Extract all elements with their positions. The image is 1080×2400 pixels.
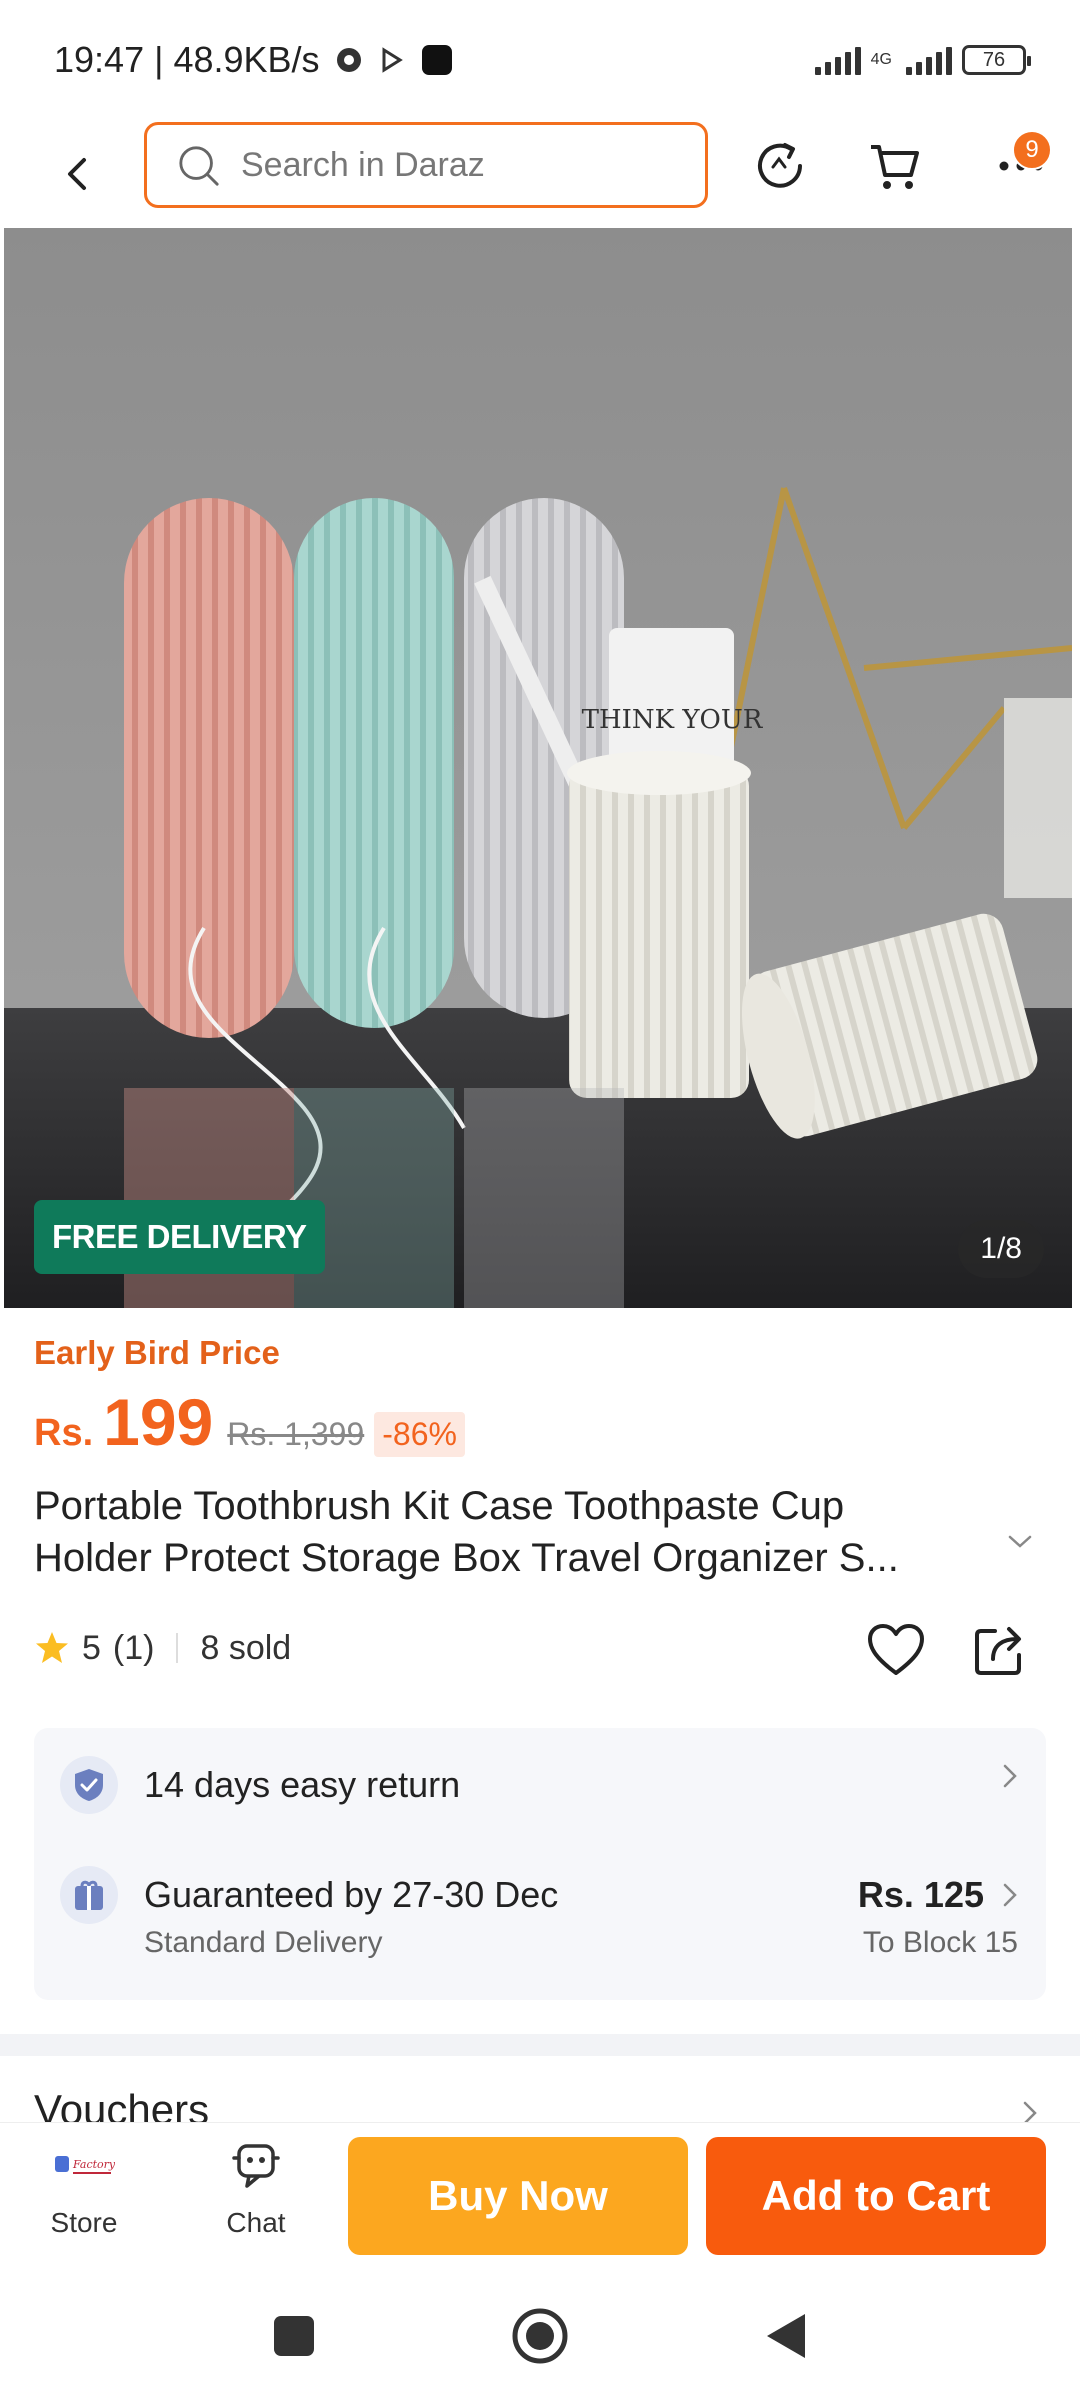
price-row: Rs. 199 Rs. 1,399 -86% xyxy=(34,1384,465,1460)
title-line-1: Portable Toothbrush Kit Case Toothpaste … xyxy=(34,1484,845,1528)
promo-label: Early Bird Price xyxy=(34,1334,280,1371)
network-label: 4G xyxy=(870,51,892,68)
product-title: Portable Toothbrush Kit Case Toothpaste … xyxy=(34,1480,1014,1584)
battery-level: 76 xyxy=(982,48,1006,71)
service-card: 14 days easy return Guaranteed by 27-30 … xyxy=(34,1728,1046,2000)
wishlist-button[interactable] xyxy=(866,1620,926,1680)
share-icon xyxy=(975,1627,1021,1675)
tube-text: THINK YOUR xyxy=(582,705,764,735)
media-icon xyxy=(334,45,364,75)
return-policy-row[interactable]: 14 days easy return xyxy=(60,1756,1018,1814)
delivery-row[interactable]: Guaranteed by 27-30 Dec Standard Deliver… xyxy=(60,1866,1018,1960)
home-button[interactable] xyxy=(510,2306,570,2366)
chevron-left-icon xyxy=(68,158,86,190)
status-bar: 19:47 | 48.9KB/s 4G 76 xyxy=(0,0,1080,120)
search-bar[interactable] xyxy=(144,122,708,208)
chat-label: Chat xyxy=(226,2207,286,2238)
status-time: 19:47 | 48.9KB/s xyxy=(54,39,320,80)
chat-icon xyxy=(231,2137,281,2193)
refresh-icon xyxy=(758,143,802,188)
notification-badge: 9 xyxy=(1012,130,1052,170)
buy-now-button[interactable]: Buy Now xyxy=(348,2137,688,2255)
discount-badge: -86% xyxy=(374,1412,465,1457)
rating-count[interactable]: (1) xyxy=(113,1629,155,1668)
rating-row: 5 (1) 8 sold xyxy=(34,1620,1050,1676)
store-label: Store xyxy=(50,2207,118,2238)
cart-icon xyxy=(871,145,919,189)
delivery-type: Standard Delivery xyxy=(144,1926,383,1959)
original-price: Rs. 1,399 xyxy=(227,1416,365,1452)
store-logo-icon: Factory xyxy=(53,2137,115,2193)
expand-title-button[interactable] xyxy=(1000,1522,1040,1562)
return-text: 14 days easy return xyxy=(144,1764,461,1805)
shield-check-icon xyxy=(60,1756,118,1814)
recents-button[interactable] xyxy=(264,2306,324,2366)
add-to-cart-button[interactable]: Add to Cart xyxy=(706,2137,1046,2255)
vouchers-heading[interactable]: Vouchers xyxy=(34,2086,209,2122)
history-button[interactable] xyxy=(748,134,812,198)
share-button[interactable] xyxy=(970,1620,1030,1680)
section-divider xyxy=(0,2034,1080,2056)
more-button[interactable]: 9 xyxy=(976,130,1066,198)
delivery-fee: Rs. 125 xyxy=(857,1874,984,1915)
chevron-down-icon xyxy=(1008,1535,1032,1548)
system-nav-bar xyxy=(0,2264,1080,2400)
store-button[interactable]: Factory Store xyxy=(24,2137,144,2257)
square-icon xyxy=(274,2316,314,2356)
search-input[interactable] xyxy=(241,145,621,185)
app-notification-icon xyxy=(420,43,454,77)
back-nav-button[interactable] xyxy=(756,2306,816,2366)
search-icon xyxy=(177,143,221,187)
triangle-back-icon xyxy=(767,2314,805,2358)
divider xyxy=(176,1633,179,1663)
signal-icon xyxy=(814,45,861,75)
delivery-guarantee: Guaranteed by 27-30 Dec xyxy=(144,1874,559,1915)
star-icon xyxy=(34,1630,70,1666)
svg-text:Factory: Factory xyxy=(72,2158,115,2171)
cart-button[interactable] xyxy=(862,134,926,198)
rating-value: 5 xyxy=(82,1628,101,1667)
chevron-right-icon xyxy=(1002,1763,1018,1789)
battery-icon: 76 xyxy=(962,45,1031,75)
heart-icon xyxy=(868,1624,924,1675)
free-delivery-badge: FREE DELIVERY xyxy=(34,1200,325,1274)
delivery-location: To Block 15 xyxy=(862,1926,1018,1959)
play-store-icon xyxy=(378,46,406,74)
product-image-gallery[interactable]: THINK YOUR FREE DELIVERY 1/8 xyxy=(4,228,1072,1308)
top-header: 9 xyxy=(0,120,1080,230)
signal-icon-2 xyxy=(906,45,952,75)
sold-count: 8 sold xyxy=(200,1628,292,1667)
home-circle-icon xyxy=(512,2308,568,2364)
current-price: 199 xyxy=(103,1385,214,1459)
bottom-action-bar: Factory Store Chat Buy Now Add to Cart xyxy=(0,2122,1080,2264)
product-photo: THINK YOUR xyxy=(4,228,1072,1308)
image-counter: 1/8 xyxy=(958,1220,1044,1278)
chat-button[interactable]: Chat xyxy=(196,2137,316,2257)
title-line-2: Holder Protect Storage Box Travel Organi… xyxy=(34,1536,899,1580)
back-button[interactable] xyxy=(50,146,106,202)
chevron-right-icon xyxy=(1002,1882,1018,1908)
price-currency: Rs. xyxy=(34,1412,94,1454)
package-icon xyxy=(60,1866,118,1924)
